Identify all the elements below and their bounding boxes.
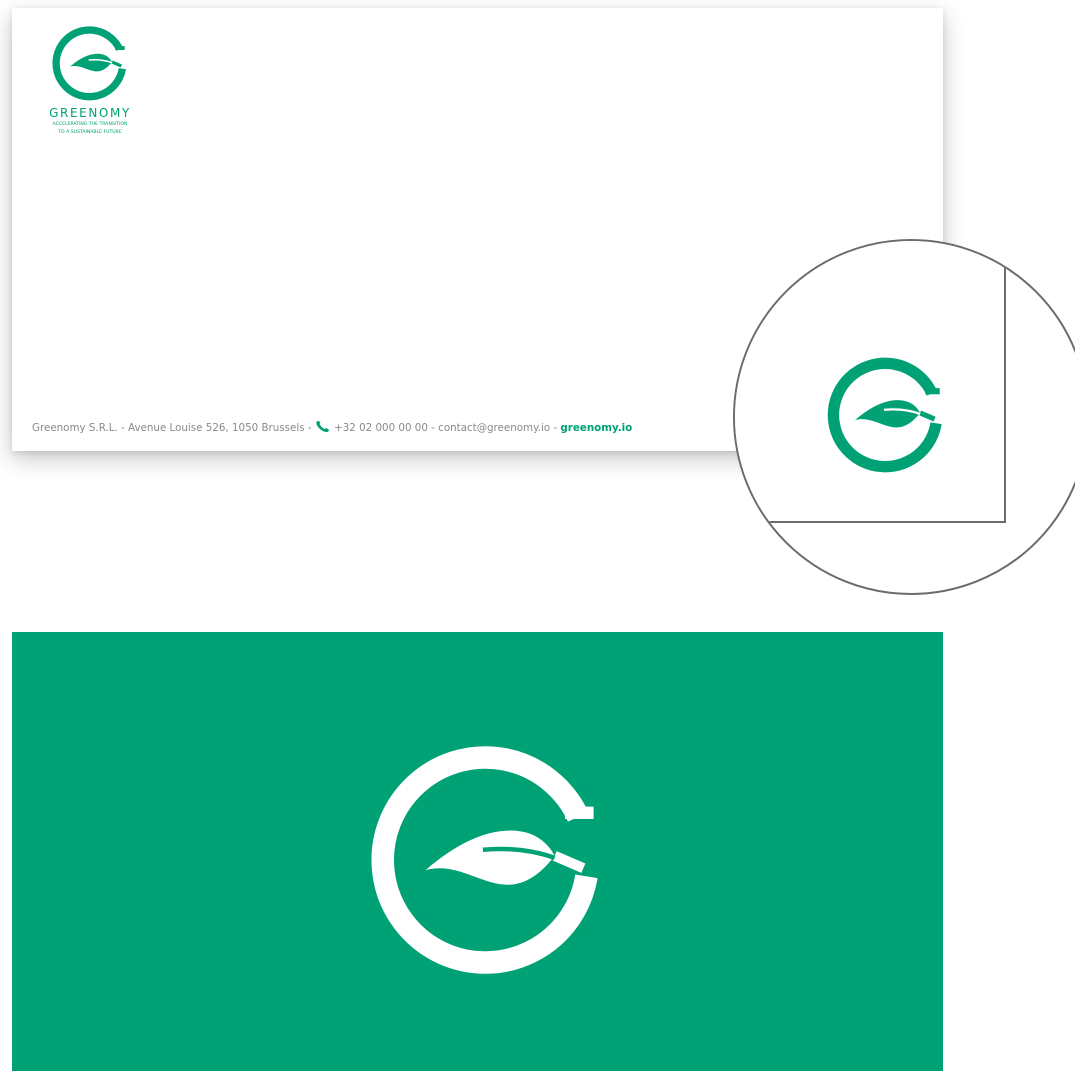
footer-email: contact@greenomy.io <box>438 422 551 434</box>
footer-company-address: Greenomy S.R.L. - Avenue Louise 526, 105… <box>32 422 315 434</box>
back-logo-icon <box>364 739 610 985</box>
footer-contact-line: Greenomy S.R.L. - Avenue Louise 526, 105… <box>32 420 632 436</box>
footer-separator: - <box>427 422 439 434</box>
tagline-line-1: ACCELERATING THE TRANSITION <box>52 122 128 127</box>
brand-name: GREENOMY <box>49 106 131 120</box>
envelope-back <box>12 632 943 1071</box>
greenomy-logo-icon <box>50 24 130 104</box>
tagline-line-2: TO A SUSTAINABLE FUTURE <box>58 130 122 135</box>
phone-icon <box>315 420 331 436</box>
footer-phone: +32 02 000 00 00 <box>334 422 428 434</box>
zoom-logo-icon <box>824 354 948 478</box>
footer-separator-2: - <box>550 422 561 434</box>
logo-block: GREENOMY ACCELERATING THE TRANSITION TO … <box>30 24 150 136</box>
zoom-callout <box>733 239 1075 595</box>
footer-website: greenomy.io <box>560 422 633 434</box>
